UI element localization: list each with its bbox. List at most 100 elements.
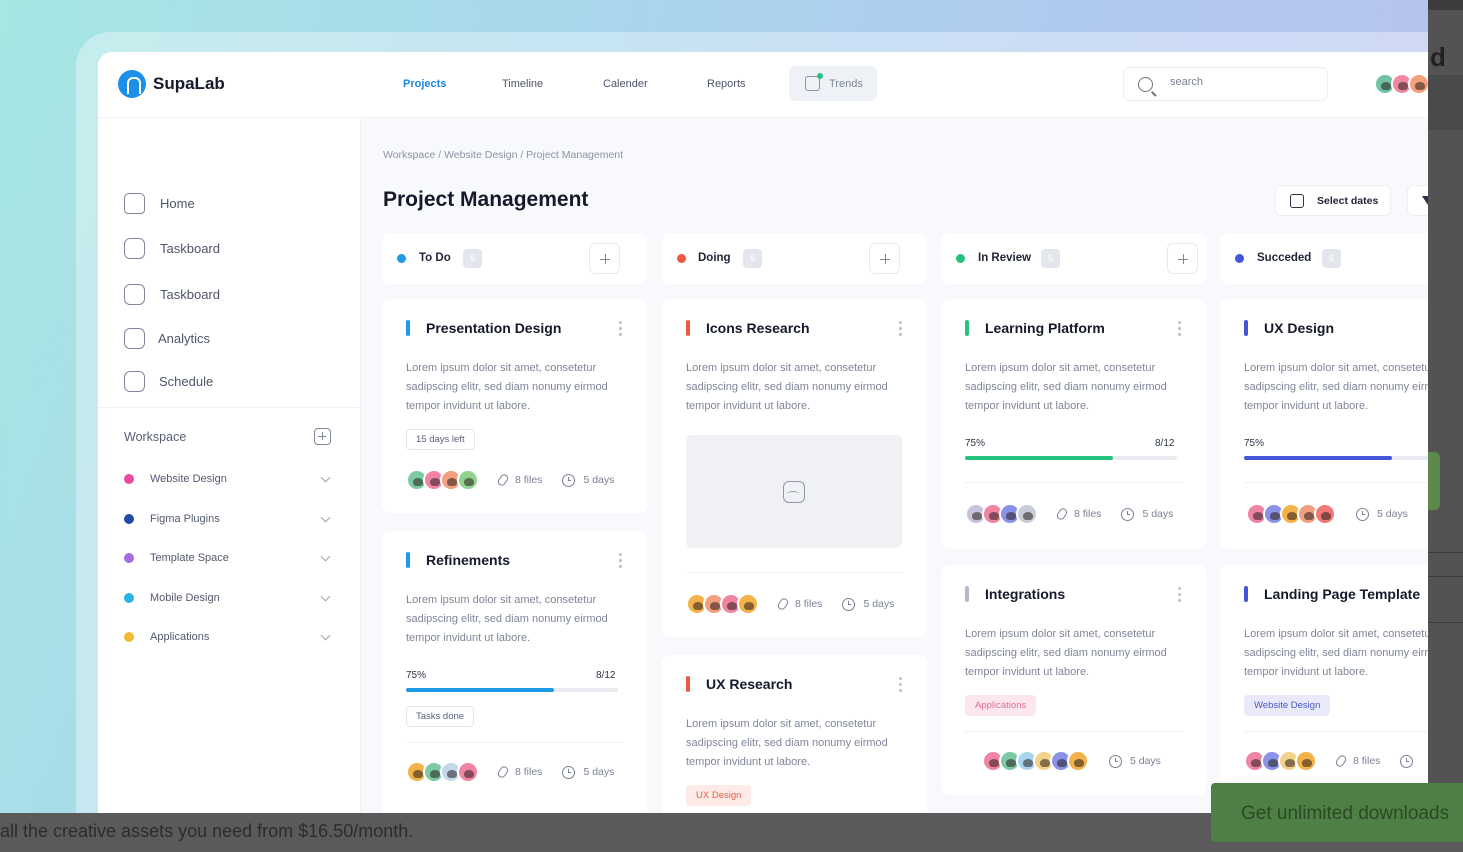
card-description: Lorem ipsum dolor sit amet, consetetur s…: [406, 362, 608, 412]
promo-banner: all the creative assets you need from $1…: [0, 783, 1463, 852]
sidebar-item-home[interactable]: Home: [124, 193, 195, 214]
card-title: UX Design: [1264, 320, 1335, 336]
nav-projects[interactable]: Projects: [403, 78, 446, 90]
workspace-item-mobile-design[interactable]: Mobile Design: [124, 591, 332, 604]
nav-reports[interactable]: Reports: [707, 78, 746, 90]
chevron-down-icon[interactable]: [320, 630, 331, 640]
search-box[interactable]: [1123, 67, 1328, 101]
select-dates-button[interactable]: Select dates: [1275, 185, 1391, 216]
card-description: Lorem ipsum dolor sit amet, consetetur s…: [686, 718, 888, 768]
task-card-refinements[interactable]: Refinements Lorem ipsum dolor sit amet, …: [382, 531, 647, 813]
more-options-icon[interactable]: [1178, 321, 1181, 337]
paperclip-icon: [776, 596, 790, 612]
attachments-count[interactable]: 8 files: [496, 764, 543, 780]
files-label: 8 files: [1353, 755, 1381, 767]
sidebar-item-schedule[interactable]: Schedule: [124, 371, 213, 392]
more-options-icon[interactable]: [899, 321, 902, 337]
task-card-landing-page-template[interactable]: Landing Page Template Lorem ipsum dolor …: [1220, 565, 1428, 795]
sidebar-item-analytics[interactable]: Analytics: [124, 328, 210, 349]
chevron-down-icon[interactable]: [320, 472, 331, 482]
nav-timeline[interactable]: Timeline: [502, 78, 543, 90]
workspace-item-label: Figma Plugins: [150, 513, 220, 525]
task-card-presentation-design[interactable]: Presentation Design Lorem ipsum dolor si…: [382, 299, 647, 513]
progress-bar: [1244, 456, 1428, 460]
sidebar-item-taskboard-2[interactable]: Taskboard: [124, 284, 220, 305]
chart-icon: [805, 73, 823, 91]
assignee-avatars[interactable]: [1246, 503, 1336, 525]
task-card-ux-research[interactable]: UX Research Lorem ipsum dolor sit amet, …: [662, 655, 927, 813]
task-card-learning-platform[interactable]: Learning Platform Lorem ipsum dolor sit …: [941, 299, 1206, 549]
chevron-down-icon[interactable]: [320, 512, 331, 522]
attachments-count[interactable]: 8 files: [1055, 506, 1101, 522]
category-tag: UX Design: [686, 785, 752, 806]
strip-line: [1428, 622, 1463, 623]
paperclip-icon: [496, 472, 510, 488]
clock-icon: [1400, 754, 1414, 768]
sidebar-item-taskboard[interactable]: Taskboard: [124, 238, 220, 259]
assignee-avatars[interactable]: [686, 593, 759, 615]
card-accent: [1244, 586, 1248, 602]
column-count-badge: 6: [1322, 249, 1341, 268]
add-card-button[interactable]: [589, 243, 620, 274]
assignee-avatars[interactable]: [406, 761, 479, 783]
assignee-avatars[interactable]: [406, 469, 479, 491]
progress-bar: [406, 688, 618, 692]
add-workspace-button[interactable]: [314, 428, 331, 445]
task-card-ux-design[interactable]: UX Design Lorem ipsum dolor sit amet, co…: [1220, 299, 1428, 549]
card-description: Lorem ipsum dolor sit amet, consetetur s…: [965, 362, 1167, 412]
board-main: Workspace / Website Design / Project Man…: [361, 119, 1428, 813]
card-divider: [965, 482, 1183, 483]
assignee-avatars[interactable]: [1244, 750, 1317, 772]
card-divider: [965, 731, 1183, 732]
add-card-button[interactable]: [869, 243, 900, 274]
filter-button[interactable]: [1407, 185, 1428, 216]
chevron-down-icon[interactable]: [320, 551, 331, 561]
team-avatars[interactable]: [1374, 73, 1428, 95]
strip-accent: [1428, 452, 1440, 510]
image-placeholder[interactable]: [686, 435, 902, 548]
cta-label: Get unlimited downloads: [1241, 803, 1450, 824]
files-label: 8 files: [515, 766, 543, 778]
workspace-item-figma-plugins[interactable]: Figma Plugins: [124, 512, 332, 525]
more-options-icon[interactable]: [1178, 587, 1181, 603]
card-title: Integrations: [985, 586, 1066, 602]
assignee-avatars[interactable]: [982, 750, 1089, 772]
nav-trends[interactable]: Trends: [789, 66, 877, 101]
column-count-badge: 6: [743, 249, 762, 268]
task-card-integrations[interactable]: Integrations Lorem ipsum dolor sit amet,…: [941, 565, 1206, 795]
color-dot: [124, 514, 134, 524]
sidebar-item-label: Home: [160, 196, 195, 211]
nav-calender[interactable]: Calender: [603, 78, 648, 90]
files-label: 8 files: [795, 598, 823, 610]
task-card-icons-research[interactable]: Icons Research Lorem ipsum dolor sit ame…: [662, 299, 927, 637]
category-tag: Applications: [965, 695, 1037, 716]
workspace-item-website-design[interactable]: Website Design: [124, 472, 332, 485]
avatar: [1408, 73, 1428, 95]
workspace-item-applications[interactable]: Applications: [124, 630, 332, 643]
status-tag: Tasks done: [406, 706, 475, 727]
more-options-icon[interactable]: [899, 677, 902, 693]
attachments-count[interactable]: 8 files: [776, 596, 823, 612]
more-options-icon[interactable]: [619, 321, 622, 337]
due-time: 5 days: [1121, 507, 1174, 521]
add-card-button[interactable]: [1167, 243, 1198, 274]
assignee-avatars[interactable]: [965, 503, 1038, 525]
sidebar-item-label: Schedule: [159, 374, 214, 389]
search-input[interactable]: [1170, 76, 1320, 88]
color-dot: [124, 632, 134, 642]
color-dot: [124, 593, 134, 603]
logo[interactable]: SupaLab: [118, 70, 225, 98]
attachments-count[interactable]: 8 files: [496, 472, 542, 488]
more-options-icon[interactable]: [619, 553, 622, 569]
chevron-down-icon[interactable]: [320, 591, 331, 601]
top-bar: SupaLab Projects Timeline Calender Repor…: [98, 52, 1428, 118]
column-title: In Review: [978, 252, 1032, 264]
workspace-item-template-space[interactable]: Template Space: [124, 551, 332, 564]
card-accent: [406, 320, 410, 336]
breadcrumb[interactable]: Workspace / Website Design / Project Man…: [383, 149, 623, 161]
days-label: 5 days: [1142, 508, 1174, 520]
get-unlimited-downloads-button[interactable]: Get unlimited downloads: [1211, 783, 1463, 842]
attachments-count[interactable]: 8 files: [1334, 753, 1381, 769]
workspace-item-label: Website Design: [150, 473, 227, 485]
taskboard-icon: [124, 284, 145, 305]
